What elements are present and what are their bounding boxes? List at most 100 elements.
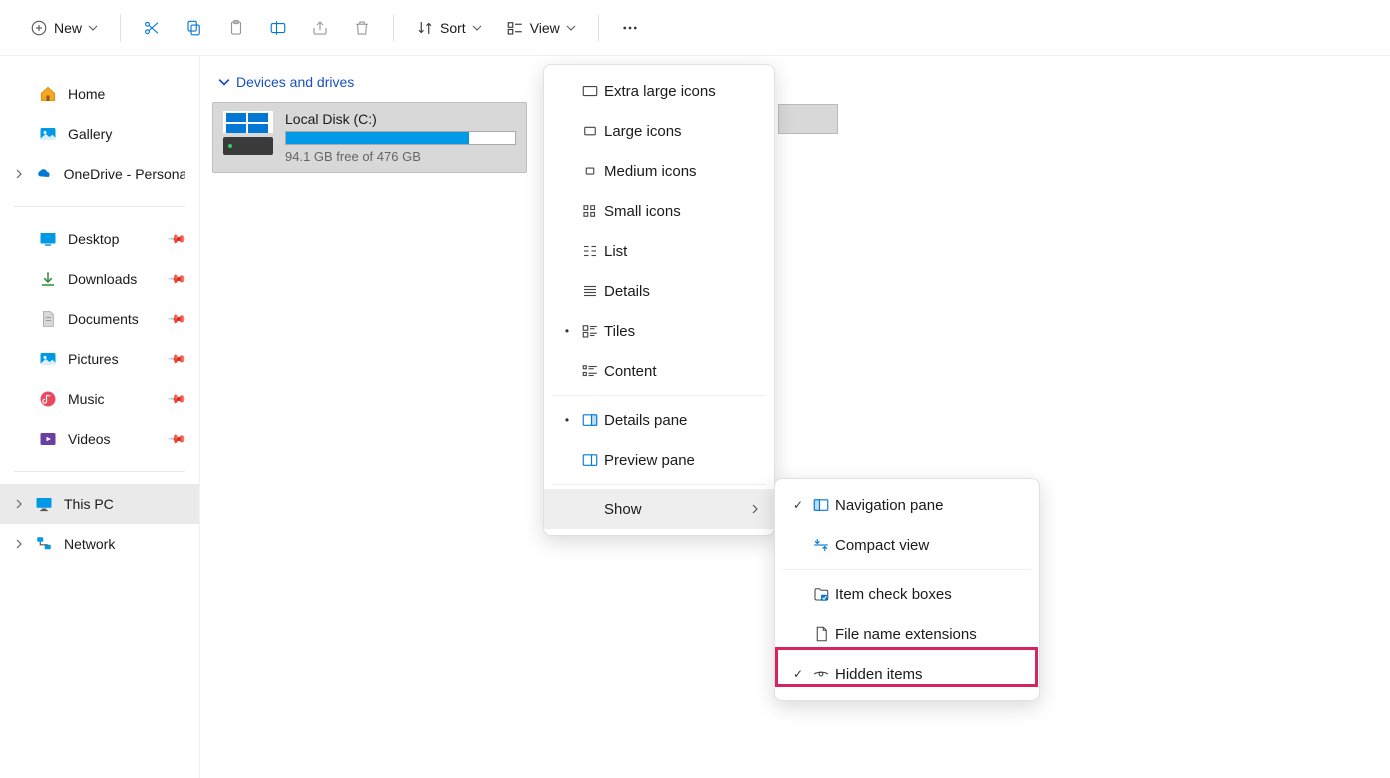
menu-label: Item check boxes [835,586,1025,603]
content-icon [576,362,604,380]
sidebar-label: Home [68,86,105,102]
divider [14,206,185,207]
pictures-icon [38,349,58,369]
new-button[interactable]: New [20,10,108,46]
menu-label: Show [604,501,750,518]
details-icon [576,282,604,300]
menu-item-preview-pane[interactable]: Preview pane [544,440,774,480]
pin-icon: 📌 [167,349,187,369]
downloads-icon [38,269,58,289]
menu-item-file-name-extensions[interactable]: File name extensions [775,614,1039,654]
copy-button[interactable] [175,10,213,46]
menu-item-item-check-boxes[interactable]: Item check boxes [775,574,1039,614]
menu-label: Tiles [604,323,760,340]
menu-item-extra-large-icons[interactable]: Extra large icons [544,71,774,111]
show-submenu: ✓ Navigation pane Compact view Item chec… [774,478,1040,701]
pin-icon: 📌 [167,389,187,409]
view-button[interactable]: View [496,10,586,46]
paste-button[interactable] [217,10,255,46]
sidebar-item-pictures[interactable]: Pictures 📌 [0,339,199,379]
music-icon [38,389,58,409]
sidebar-item-gallery[interactable]: Gallery [0,114,199,154]
chevron-down-icon [566,23,576,33]
menu-label: Details [604,283,760,300]
chevron-right-icon [750,504,760,514]
menu-item-compact-view[interactable]: Compact view [775,525,1039,565]
videos-icon [38,429,58,449]
menu-divider [552,484,766,485]
menu-label: Preview pane [604,452,760,469]
more-button[interactable] [611,10,649,46]
share-icon [311,19,329,37]
cut-button[interactable] [133,10,171,46]
menu-label: Medium icons [604,163,760,180]
gallery-icon [38,124,58,144]
trash-icon [353,19,371,37]
menu-item-details[interactable]: Details [544,271,774,311]
menu-item-small-icons[interactable]: Small icons [544,191,774,231]
sort-icon [416,19,434,37]
tiles-icon [576,322,604,340]
checkboxes-icon [807,585,835,603]
menu-divider [783,569,1031,570]
sidebar-item-home[interactable]: Home [0,74,199,114]
sidebar-item-videos[interactable]: Videos 📌 [0,419,199,459]
new-label: New [54,20,82,36]
menu-item-medium-icons[interactable]: Medium icons [544,151,774,191]
documents-icon [38,309,58,329]
pin-icon: 📌 [167,269,187,289]
separator [120,14,121,42]
menu-item-show[interactable]: Show [544,489,774,529]
sort-label: Sort [440,20,466,36]
drive-local-disk-c[interactable]: Local Disk (C:) 94.1 GB free of 476 GB [212,102,527,173]
sidebar-label: This PC [64,496,114,512]
sidebar-label: Downloads [68,271,137,287]
chevron-right-icon [14,499,24,509]
delete-button[interactable] [343,10,381,46]
rename-icon [269,19,287,37]
chevron-down-icon [218,76,230,88]
check-mark: ✓ [789,498,807,512]
menu-label: Small icons [604,203,760,220]
menu-item-navigation-pane[interactable]: ✓ Navigation pane [775,485,1039,525]
compact-view-icon [807,536,835,554]
menu-item-content[interactable]: Content [544,351,774,391]
preview-pane-icon [576,451,604,469]
menu-label: Hidden items [835,666,1025,683]
menu-item-list[interactable]: List [544,231,774,271]
menu-item-hidden-items[interactable]: ✓ Hidden items [775,654,1039,694]
sidebar-item-network[interactable]: Network [0,524,199,564]
view-icon [506,19,524,37]
sidebar-item-documents[interactable]: Documents 📌 [0,299,199,339]
sidebar-item-downloads[interactable]: Downloads 📌 [0,259,199,299]
menu-label: Large icons [604,123,760,140]
share-button[interactable] [301,10,339,46]
this-pc-icon [34,494,54,514]
sidebar-item-desktop[interactable]: Desktop 📌 [0,219,199,259]
chevron-down-icon [88,23,98,33]
menu-item-details-pane[interactable]: • Details pane [544,400,774,440]
network-icon [34,534,54,554]
menu-item-tiles[interactable]: • Tiles [544,311,774,351]
sidebar-item-this-pc[interactable]: This PC [0,484,199,524]
sort-button[interactable]: Sort [406,10,492,46]
rename-button[interactable] [259,10,297,46]
onedrive-icon [34,164,54,184]
sidebar-label: Desktop [68,231,119,247]
desktop-icon [38,229,58,249]
sidebar-item-music[interactable]: Music 📌 [0,379,199,419]
large-icon [576,122,604,140]
menu-item-large-icons[interactable]: Large icons [544,111,774,151]
menu-label: Navigation pane [835,497,1025,514]
chevron-right-icon [14,539,24,549]
menu-label: List [604,243,760,260]
sidebar-item-onedrive[interactable]: OneDrive - Persona [0,154,199,194]
menu-label: Extra large icons [604,83,760,100]
pin-icon: 📌 [167,229,187,249]
section-header-devices[interactable]: Devices and drives [218,74,1378,90]
sidebar-label: Music [68,391,105,407]
separator [393,14,394,42]
plus-circle-icon [30,19,48,37]
sidebar-label: Videos [68,431,111,447]
pin-icon: 📌 [167,309,187,329]
